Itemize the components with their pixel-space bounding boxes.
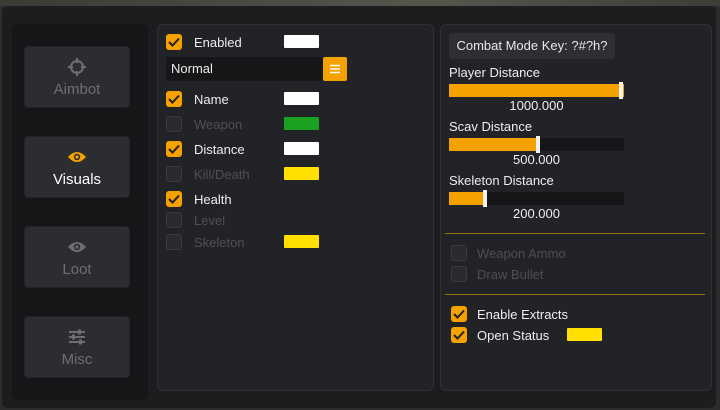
enabled-color-swatch[interactable]: [284, 35, 319, 48]
settings-panel: Combat Mode Key: ?#?h? Player Distance 1…: [440, 24, 712, 391]
weapon-color-swatch[interactable]: [284, 117, 319, 130]
sliders-icon: [68, 327, 86, 347]
sidebar-item-label: Aimbot: [53, 80, 101, 98]
sidebar-item-misc[interactable]: Misc: [24, 316, 130, 378]
scav-distance-slider[interactable]: [449, 136, 624, 153]
skeleton-checkbox[interactable]: [166, 234, 182, 250]
slider-handle[interactable]: [535, 136, 540, 153]
distance-label: Distance: [194, 142, 245, 157]
open-status-row[interactable]: [451, 326, 467, 344]
weapon-ammo-row[interactable]: [451, 244, 467, 262]
level-checkbox[interactable]: [166, 212, 182, 228]
section-divider: [445, 294, 705, 295]
open-status-checkbox[interactable]: [451, 327, 467, 343]
enable-extracts-label: Enable Extracts: [477, 307, 569, 322]
slider-handle[interactable]: [619, 82, 623, 99]
distance-row[interactable]: [166, 140, 182, 158]
skeleton-label: Skeleton: [194, 235, 245, 250]
scav-distance-label: Scav Distance: [449, 119, 533, 134]
enabled-label: Enabled: [194, 35, 242, 50]
name-label: Name: [194, 92, 229, 107]
open-status-label: Open Status: [477, 328, 550, 343]
skeleton-row[interactable]: [166, 233, 182, 251]
skeleton-distance-label: Skeleton Distance: [449, 173, 554, 188]
sidebar-item-aimbot[interactable]: Aimbot: [24, 46, 130, 108]
skeleton-distance-value: 200.000: [513, 206, 560, 221]
skeleton-color-swatch[interactable]: [284, 235, 319, 248]
enabled-checkbox[interactable]: [166, 34, 182, 50]
enable-extracts-checkbox[interactable]: [451, 306, 467, 322]
menu-icon: [330, 64, 340, 74]
distance-checkbox[interactable]: [166, 141, 182, 157]
dropdown-menu-button[interactable]: [323, 57, 347, 81]
player-distance-label: Player Distance: [449, 65, 541, 80]
weapon-ammo-checkbox[interactable]: [451, 245, 467, 261]
kill-death-color-swatch[interactable]: [284, 167, 319, 180]
slider-handle[interactable]: [483, 190, 487, 207]
enable-extracts-row[interactable]: [451, 305, 467, 323]
weapon-ammo-label: Weapon Ammo: [477, 246, 566, 261]
sidebar-item-visuals[interactable]: Visuals: [24, 136, 130, 198]
section-divider: [445, 233, 705, 234]
player-distance-value: 1000.000: [509, 98, 564, 113]
player-distance-slider[interactable]: [449, 82, 624, 99]
level-label: Level: [194, 213, 226, 228]
name-row[interactable]: [166, 90, 182, 108]
combat-mode-key-button[interactable]: Combat Mode Key: ?#?h?: [449, 33, 615, 59]
name-color-swatch[interactable]: [284, 92, 319, 105]
sidebar-item-label: Visuals: [52, 170, 102, 188]
kill-death-row[interactable]: [166, 165, 182, 183]
eye-icon: [67, 147, 87, 167]
level-row[interactable]: [166, 211, 182, 229]
weapon-row[interactable]: [166, 115, 182, 133]
slider-fill: [449, 138, 537, 151]
kill-death-label: Kill/Death: [194, 167, 250, 182]
weapon-label: Weapon: [194, 117, 243, 132]
draw-bullet-checkbox[interactable]: [451, 266, 467, 282]
slider-fill: [449, 192, 484, 205]
slider-fill: [449, 84, 624, 97]
enabled-row[interactable]: [166, 33, 182, 51]
health-row[interactable]: [166, 190, 182, 208]
health-label: Health: [194, 192, 232, 207]
scav-distance-value: 500.000: [513, 152, 560, 167]
eye-icon: [67, 237, 87, 257]
sidebar-item-loot[interactable]: Loot: [24, 226, 130, 288]
skeleton-distance-slider[interactable]: [449, 190, 624, 207]
box-style-dropdown[interactable]: Normal: [166, 57, 346, 81]
draw-bullet-row[interactable]: [451, 265, 467, 283]
sidebar-item-label: Misc: [61, 350, 93, 368]
crosshair-icon: [68, 57, 86, 77]
name-checkbox[interactable]: [166, 91, 182, 107]
sidebar: Aimbot Visuals Loot Misc: [12, 24, 148, 400]
health-checkbox[interactable]: [166, 191, 182, 207]
distance-color-swatch[interactable]: [284, 142, 319, 155]
sidebar-item-label: Loot: [62, 260, 92, 278]
menu-window: Aimbot Visuals Loot Misc Enabled Normal …: [2, 6, 716, 408]
visuals-panel: Enabled Normal Name Weapon Distance Kill…: [157, 24, 434, 391]
draw-bullet-label: Draw Bullet: [477, 267, 544, 282]
dropdown-value: Normal: [171, 61, 213, 76]
open-status-color-swatch[interactable]: [567, 328, 602, 341]
kill-death-checkbox[interactable]: [166, 166, 182, 182]
weapon-checkbox[interactable]: [166, 116, 182, 132]
